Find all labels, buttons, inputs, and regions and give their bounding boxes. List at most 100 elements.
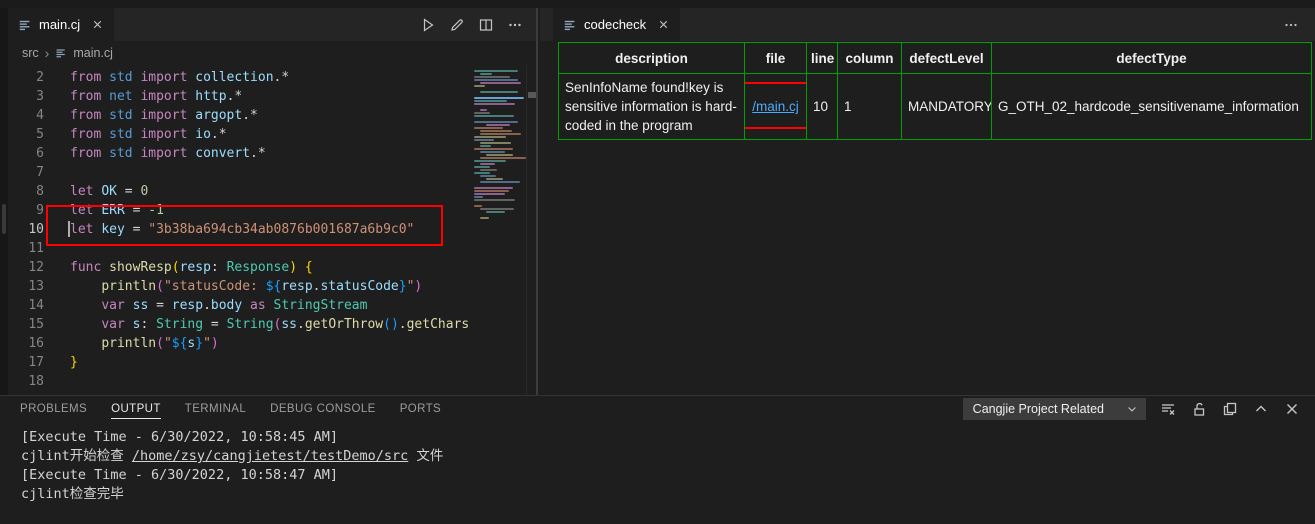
code-line[interactable]: 12func showResp(resp: Response) { bbox=[8, 258, 536, 277]
panel-header: PROBLEMSOUTPUTTERMINALDEBUG CONSOLEPORTS… bbox=[0, 396, 1315, 422]
edit-pencil-icon[interactable] bbox=[448, 16, 466, 34]
line-number: 12 bbox=[8, 258, 44, 277]
output-console[interactable]: [Execute Time - 6/30/2022, 10:58:45 AM]c… bbox=[0, 422, 1315, 504]
table-row: SenInfoName found!key is sensitive infor… bbox=[559, 74, 1312, 140]
split-editor-icon[interactable] bbox=[477, 16, 495, 34]
code-line[interactable]: 15 var s: String = String(ss.getOrThrow(… bbox=[8, 315, 536, 334]
line-text: println("${s}") bbox=[44, 334, 219, 353]
cell-defectType: G_OTH_02_hardcode_sensitivename_informat… bbox=[992, 74, 1312, 140]
breadcrumb: src › main.cj bbox=[8, 41, 536, 65]
line-text: from std import convert.* bbox=[44, 144, 266, 163]
editor-scrollbar[interactable] bbox=[526, 65, 536, 395]
activity-bar-marker bbox=[2, 204, 6, 234]
output-line: [Execute Time - 6/30/2022, 10:58:45 AM] bbox=[21, 428, 1315, 447]
line-text: let ERR = -1 bbox=[44, 201, 164, 220]
minimap[interactable] bbox=[470, 65, 526, 395]
line-number: 9 bbox=[8, 201, 44, 220]
line-number: 14 bbox=[8, 296, 44, 315]
clear-output-icon[interactable] bbox=[1159, 400, 1177, 418]
tab-codecheck[interactable]: codecheck bbox=[553, 8, 680, 41]
file-icon bbox=[563, 18, 577, 32]
cell-line: 10 bbox=[807, 74, 838, 140]
line-number: 10 bbox=[8, 220, 44, 239]
code-line[interactable]: 10let key = "3b38ba694cb34ab0876b001687a… bbox=[8, 220, 536, 239]
column-header-line: line bbox=[807, 43, 838, 74]
output-path-link[interactable]: /home/zsy/cangjietest/testDemo/src bbox=[132, 448, 408, 464]
run-icon[interactable] bbox=[419, 16, 437, 34]
panel-tab-problems[interactable]: PROBLEMS bbox=[8, 396, 99, 422]
codecheck-tab-bar: codecheck bbox=[540, 8, 1315, 41]
tab-main-cj[interactable]: main.cj bbox=[8, 8, 114, 41]
scrollbar-thumb[interactable] bbox=[528, 92, 536, 98]
code-line[interactable]: 6from std import convert.* bbox=[8, 144, 536, 163]
open-output-in-editor-icon[interactable] bbox=[1221, 400, 1239, 418]
code-line[interactable]: 17} bbox=[8, 353, 536, 372]
code-line[interactable]: 16 println("${s}") bbox=[8, 334, 536, 353]
panel-tab-output[interactable]: OUTPUT bbox=[99, 396, 173, 422]
more-actions-icon[interactable] bbox=[506, 16, 524, 34]
code-line[interactable]: 2from std import collection.* bbox=[8, 68, 536, 87]
maximize-panel-chevron-up-icon[interactable] bbox=[1252, 400, 1270, 418]
code-line[interactable]: 9let ERR = -1 bbox=[8, 201, 536, 220]
file-link[interactable]: /main.cj bbox=[752, 99, 799, 114]
column-header-description: description bbox=[559, 43, 745, 74]
line-number: 6 bbox=[8, 144, 44, 163]
line-number: 16 bbox=[8, 334, 44, 353]
close-panel-icon[interactable] bbox=[1283, 400, 1301, 418]
output-line: [Execute Time - 6/30/2022, 10:58:47 AM] bbox=[21, 466, 1315, 485]
cell-description: SenInfoName found!key is sensitive infor… bbox=[559, 74, 745, 140]
unlock-icon[interactable] bbox=[1190, 400, 1208, 418]
line-number: 4 bbox=[8, 106, 44, 125]
line-number: 17 bbox=[8, 353, 44, 372]
cell-file: /main.cj bbox=[745, 74, 807, 140]
line-text bbox=[44, 163, 70, 182]
file-icon bbox=[55, 47, 67, 59]
file-icon bbox=[18, 18, 32, 32]
bottom-panel: PROBLEMSOUTPUTTERMINALDEBUG CONSOLEPORTS… bbox=[0, 395, 1315, 524]
line-number: 11 bbox=[8, 239, 44, 258]
close-icon[interactable] bbox=[657, 18, 670, 31]
breadcrumb-file[interactable]: main.cj bbox=[73, 46, 113, 60]
text-cursor bbox=[68, 221, 70, 237]
panel-tab-terminal[interactable]: TERMINAL bbox=[173, 396, 258, 422]
code-line[interactable]: 13 println("statusCode: ${resp.statusCod… bbox=[8, 277, 536, 296]
code-line[interactable]: 18 bbox=[8, 372, 536, 391]
defect-table-container: descriptionfilelinecolumndefectLeveldefe… bbox=[540, 41, 1315, 140]
code-line[interactable]: 4from std import argopt.* bbox=[8, 106, 536, 125]
chevron-down-icon bbox=[1126, 403, 1138, 415]
code-editor[interactable]: 2from std import collection.*3from net i… bbox=[8, 65, 536, 395]
close-icon[interactable] bbox=[91, 18, 104, 31]
editor-actions bbox=[419, 8, 536, 41]
code-line[interactable]: 7 bbox=[8, 163, 536, 182]
code-line[interactable]: 5from std import io.* bbox=[8, 125, 536, 144]
column-header-file: file bbox=[745, 43, 807, 74]
panel-tabs: PROBLEMSOUTPUTTERMINALDEBUG CONSOLEPORTS bbox=[0, 396, 453, 422]
more-actions-icon[interactable] bbox=[1283, 8, 1315, 41]
code-line[interactable]: 3from net import http.* bbox=[8, 87, 536, 106]
panel-tab-debug-console[interactable]: DEBUG CONSOLE bbox=[258, 396, 388, 422]
line-text: var ss = resp.body as StringStream bbox=[44, 296, 367, 315]
output-channel-select[interactable]: Cangjie Project Related bbox=[963, 398, 1146, 420]
vscode-window: main.cj src bbox=[0, 0, 1315, 524]
codecheck-group: codecheck descriptionfilelinecolumndefec… bbox=[540, 8, 1315, 395]
line-number: 5 bbox=[8, 125, 44, 144]
output-channel-value: Cangjie Project Related bbox=[973, 402, 1104, 416]
column-header-defectLevel: defectLevel bbox=[902, 43, 992, 74]
line-text: println("statusCode: ${resp.statusCode}"… bbox=[44, 277, 422, 296]
code-line[interactable]: 11 bbox=[8, 239, 536, 258]
line-text: } bbox=[44, 353, 78, 372]
line-text: let OK = 0 bbox=[44, 182, 148, 201]
line-text: from net import http.* bbox=[44, 87, 242, 106]
cell-column: 1 bbox=[838, 74, 902, 140]
breadcrumb-folder[interactable]: src bbox=[22, 46, 39, 60]
line-number: 15 bbox=[8, 315, 44, 334]
panel-actions: Cangjie Project Related bbox=[963, 398, 1315, 420]
output-line: cjlint开始检查 /home/zsy/cangjietest/testDem… bbox=[21, 447, 1315, 466]
code-line[interactable]: 8let OK = 0 bbox=[8, 182, 536, 201]
column-header-column: column bbox=[838, 43, 902, 74]
defect-table: descriptionfilelinecolumndefectLeveldefe… bbox=[558, 42, 1312, 140]
panel-tab-ports[interactable]: PORTS bbox=[388, 396, 453, 422]
line-text bbox=[44, 372, 70, 391]
code-line[interactable]: 14 var ss = resp.body as StringStream bbox=[8, 296, 536, 315]
cell-defectLevel: MANDATORY bbox=[902, 74, 992, 140]
